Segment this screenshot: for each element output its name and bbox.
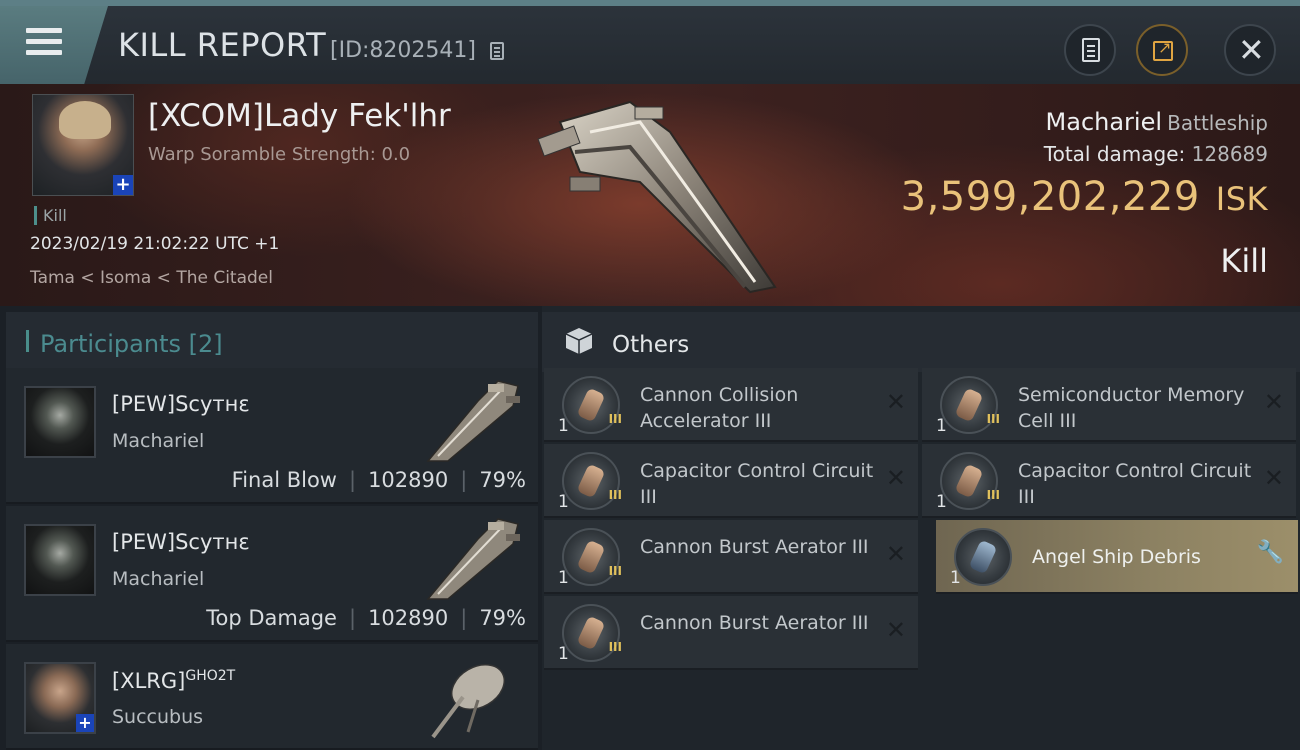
kill-result: Kill <box>1220 242 1268 280</box>
item-quantity: 1 <box>558 568 569 588</box>
item-quantity: 1 <box>950 568 961 588</box>
participants-panel: Participants [2] [PEW]Scyтнε Machariel F… <box>0 306 542 750</box>
module-icon: III <box>940 376 1000 434</box>
participant-damage: 102890 <box>368 606 449 630</box>
destroyed-icon: ✕ <box>885 616 906 644</box>
participant-stats: Final Blow | 102890 | 79% <box>231 468 526 492</box>
item-name: Capacitor Control Circuit III <box>1018 460 1252 508</box>
participant-role: Final Blow <box>231 468 337 492</box>
participant-ship-image[interactable] <box>418 652 528 742</box>
participant-name[interactable]: [PEW]Scyтнε <box>112 530 250 554</box>
item-name: Capacitor Control Circuit III <box>640 460 874 508</box>
participant-stats: Top Damage | 102890 | 79% <box>206 606 526 630</box>
kill-tag: Kill <box>34 206 67 225</box>
top-bar: KILL REPORT [ID:8202541] ✕ <box>0 0 1300 84</box>
module-icon: III <box>940 452 1000 510</box>
warp-scramble-strength: Warp Soramble Strength: 0.0 <box>148 144 411 165</box>
participant-row[interactable]: [PEW]Scyтнε Machariel Final Blow | 10289… <box>6 368 538 504</box>
participant-row[interactable]: + [XLRG]GHO2T Succubus <box>6 644 538 750</box>
item-quantity: 1 <box>558 644 569 664</box>
kill-location[interactable]: Tama < Isoma < The Citadel <box>30 268 273 288</box>
destroyed-icon: ✕ <box>1263 464 1284 492</box>
participant-name[interactable]: [PEW]Scyтнε <box>112 392 250 416</box>
avatar[interactable] <box>24 524 96 596</box>
list-item[interactable]: III 1 Cannon Burst Aerator III ✕ <box>544 596 918 670</box>
participant-ship-image[interactable] <box>418 376 528 466</box>
isk-amount: 3,599,202,229 <box>900 174 1200 220</box>
isk-value: 3,599,202,229 ISK <box>901 174 1268 220</box>
add-contact-icon[interactable]: + <box>76 714 94 732</box>
participant-role: Top Damage <box>206 606 337 630</box>
others-label: Others <box>612 332 690 358</box>
item-name: Cannon Burst Aerator III <box>640 612 869 634</box>
close-icon: ✕ <box>1238 31 1265 69</box>
list-item[interactable]: III 1 Cannon Collision Accelerator III ✕ <box>544 368 918 442</box>
destroyed-icon: ✕ <box>885 388 906 416</box>
wrench-icon[interactable]: 🔧 <box>1257 540 1284 565</box>
list-item[interactable]: III 1 Cannon Burst Aerator III ✕ <box>544 520 918 594</box>
others-header: Others <box>542 312 1300 372</box>
participant-name[interactable]: [XLRG]GHO2T <box>112 668 235 693</box>
module-icon: III <box>562 528 622 586</box>
menu-button[interactable] <box>0 6 108 84</box>
clipboard-button[interactable] <box>1064 24 1116 76</box>
module-icon: III <box>562 452 622 510</box>
kill-datetime: 2023/02/19 21:02:22 UTC +1 <box>30 234 280 254</box>
total-damage-value: 128689 <box>1191 142 1268 166</box>
victim-ship-info: Machariel Battleship <box>1046 108 1268 136</box>
destroyed-icon: ✕ <box>885 540 906 568</box>
others-panel: Others III 1 Cannon Collision Accelerato… <box>542 306 1300 750</box>
debris-icon <box>954 528 1012 586</box>
total-damage: Total damage: 128689 <box>1044 142 1268 166</box>
participants-header: Participants [2] <box>6 312 538 368</box>
victim-name[interactable]: [XCOM]Lady Fek'lhr <box>148 98 451 134</box>
item-quantity: 1 <box>936 492 947 512</box>
close-button[interactable]: ✕ <box>1224 24 1276 76</box>
participant-percent: 79% <box>479 468 526 492</box>
item-quantity: 1 <box>558 416 569 436</box>
destroyed-icon: ✕ <box>885 464 906 492</box>
module-icon: III <box>562 376 622 434</box>
participant-ship: Machariel <box>112 568 205 590</box>
copy-id-icon[interactable] <box>490 42 504 60</box>
participants-count: [2] <box>188 330 223 358</box>
list-item[interactable]: III 1 Semiconductor Memory Cell III ✕ <box>922 368 1296 442</box>
item-quantity: 1 <box>558 492 569 512</box>
isk-unit: ISK <box>1215 180 1268 218</box>
victim-hero: + [XCOM]Lady Fek'lhr Warp Soramble Stren… <box>0 84 1300 306</box>
participant-ship-image[interactable] <box>418 514 528 604</box>
item-name: Angel Ship Debris <box>1032 546 1201 568</box>
victim-portrait[interactable]: + <box>32 94 134 196</box>
participant-percent: 79% <box>479 606 526 630</box>
list-item[interactable]: 1 Angel Ship Debris 🔧 <box>936 520 1298 594</box>
cargo-box-icon <box>565 328 593 354</box>
victim-ship-name[interactable]: Machariel <box>1046 108 1163 136</box>
module-icon: III <box>562 604 622 662</box>
share-button[interactable] <box>1136 24 1188 76</box>
hamburger-icon <box>26 28 62 56</box>
share-icon <box>1153 38 1173 61</box>
participant-ship: Machariel <box>112 430 205 452</box>
destroyed-icon: ✕ <box>1263 388 1284 416</box>
participants-label: Participants <box>40 330 181 358</box>
clipboard-icon <box>1082 38 1100 62</box>
avatar[interactable]: + <box>24 662 96 734</box>
page-title: KILL REPORT <box>118 26 327 64</box>
victim-ship-image[interactable] <box>520 92 800 302</box>
add-contact-icon[interactable]: + <box>113 175 133 195</box>
list-item[interactable]: III 1 Capacitor Control Circuit III ✕ <box>544 444 918 518</box>
item-name: Cannon Burst Aerator III <box>640 536 869 558</box>
participant-damage: 102890 <box>368 468 449 492</box>
participant-row[interactable]: [PEW]Scyтнε Machariel Top Damage | 10289… <box>6 506 538 642</box>
item-name: Cannon Collision Accelerator III <box>640 384 799 432</box>
list-item[interactable]: III 1 Capacitor Control Circuit III ✕ <box>922 444 1296 518</box>
avatar[interactable] <box>24 386 96 458</box>
item-quantity: 1 <box>936 416 947 436</box>
participant-ship: Succubus <box>112 706 204 728</box>
victim-ship-class: Battleship <box>1167 111 1268 135</box>
total-damage-label: Total damage: <box>1043 142 1186 166</box>
report-id: [ID:8202541] <box>330 38 476 63</box>
item-name: Semiconductor Memory Cell III <box>1018 384 1245 432</box>
